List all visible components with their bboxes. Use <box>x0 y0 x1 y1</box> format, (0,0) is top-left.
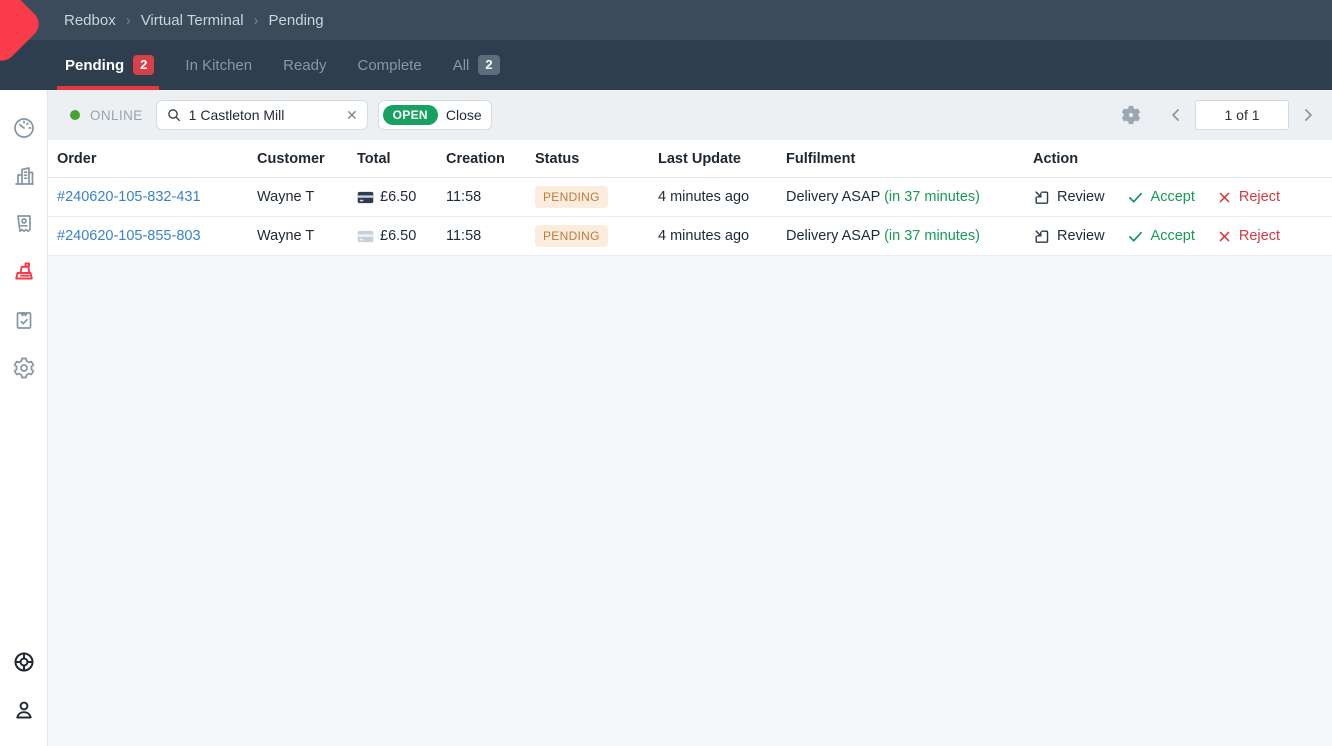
review-button[interactable]: Review <box>1033 189 1105 206</box>
fulfilment-eta: (in 37 minutes) <box>884 189 980 205</box>
order-status-tabs: Pending 2 In Kitchen Ready Complete All … <box>0 40 1332 90</box>
accept-button[interactable]: Accept <box>1127 228 1195 245</box>
accept-button[interactable]: Accept <box>1127 189 1195 206</box>
reject-button[interactable]: Reject <box>1217 228 1280 244</box>
customer-name: Wayne T <box>257 189 357 205</box>
fulfilment-cell: Delivery ASAP (in 37 minutes) <box>786 189 1033 205</box>
header-status: Status <box>535 151 658 167</box>
header-last-update: Last Update <box>658 151 786 167</box>
order-total: £6.50 <box>380 189 416 205</box>
store-search[interactable]: ✕ <box>156 100 368 130</box>
order-total: £6.50 <box>380 228 416 244</box>
receipt-icon[interactable] <box>12 212 36 236</box>
sidebar <box>0 90 48 746</box>
card-paid-icon <box>357 191 374 204</box>
last-update: 4 minutes ago <box>658 228 786 244</box>
check-icon <box>1127 189 1144 206</box>
header-order: Order <box>57 151 257 167</box>
x-icon <box>1217 190 1232 205</box>
header-action: Action <box>1033 151 1332 167</box>
table-header-row: Order Customer Total Creation Status Las… <box>48 140 1332 178</box>
search-input[interactable] <box>189 107 339 123</box>
tab-pending-count-badge: 2 <box>133 55 154 75</box>
account-icon[interactable] <box>12 698 36 722</box>
tab-complete-label: Complete <box>357 57 421 74</box>
reject-button[interactable]: Reject <box>1217 189 1280 205</box>
help-icon[interactable] <box>12 650 36 674</box>
fulfilment-type: Delivery ASAP <box>786 189 880 205</box>
fulfilment-cell: Delivery ASAP (in 37 minutes) <box>786 228 1033 244</box>
online-status-label: ONLINE <box>90 108 143 123</box>
status-badge: PENDING <box>535 186 608 208</box>
tab-complete[interactable]: Complete <box>357 40 421 90</box>
breadcrumb-item-virtual-terminal[interactable]: Virtual Terminal <box>141 12 244 29</box>
settings-gear-icon[interactable] <box>1120 104 1142 126</box>
x-icon <box>1217 229 1232 244</box>
tab-ready-label: Ready <box>283 57 326 74</box>
breadcrumb-item-pending[interactable]: Pending <box>269 12 324 29</box>
header-total: Total <box>357 151 446 167</box>
order-number-link[interactable]: #240620-105-855-803 <box>57 228 201 244</box>
clipboard-check-icon[interactable] <box>12 308 36 332</box>
card-unpaid-icon <box>357 230 374 243</box>
clear-search-icon[interactable]: ✕ <box>346 108 358 122</box>
order-number-link[interactable]: #240620-105-832-431 <box>57 189 201 205</box>
tab-in-kitchen-label: In Kitchen <box>185 57 252 74</box>
previous-page-icon[interactable] <box>1166 105 1186 125</box>
open-status-badge: OPEN <box>383 105 438 125</box>
connection-status: ONLINE <box>70 108 143 123</box>
status-badge: PENDING <box>535 225 608 247</box>
reject-label: Reject <box>1239 228 1280 244</box>
accept-label: Accept <box>1151 228 1195 244</box>
review-label: Review <box>1057 189 1105 205</box>
business-icon[interactable] <box>12 164 36 188</box>
breadcrumb-item-redbox[interactable]: Redbox <box>64 12 116 29</box>
customer-name: Wayne T <box>257 228 357 244</box>
fulfilment-eta: (in 37 minutes) <box>884 228 980 244</box>
settings-icon[interactable] <box>12 356 36 380</box>
breadcrumb: Redbox › Virtual Terminal › Pending <box>0 0 1332 40</box>
tab-all[interactable]: All 2 <box>453 40 500 90</box>
review-button[interactable]: Review <box>1033 228 1105 245</box>
reject-label: Reject <box>1239 189 1280 205</box>
tab-pending[interactable]: Pending 2 <box>65 40 154 90</box>
breadcrumb-separator: › <box>254 12 259 29</box>
check-icon <box>1127 228 1144 245</box>
last-update: 4 minutes ago <box>658 189 786 205</box>
close-button-label: Close <box>446 107 482 123</box>
register-icon[interactable] <box>12 260 36 284</box>
tab-ready[interactable]: Ready <box>283 40 326 90</box>
tab-pending-label: Pending <box>65 57 124 74</box>
creation-time: 11:58 <box>446 189 535 205</box>
header-fulfilment: Fulfilment <box>786 151 1033 167</box>
tab-all-label: All <box>453 57 470 74</box>
page-indicator: 1 of 1 <box>1195 100 1289 130</box>
online-status-dot <box>70 110 80 120</box>
review-label: Review <box>1057 228 1105 244</box>
search-icon <box>166 107 182 123</box>
header-creation: Creation <box>446 151 535 167</box>
orders-table: Order Customer Total Creation Status Las… <box>48 140 1332 746</box>
header-customer: Customer <box>257 151 357 167</box>
pagination: 1 of 1 <box>1166 100 1318 130</box>
review-icon <box>1033 189 1050 206</box>
next-page-icon[interactable] <box>1298 105 1318 125</box>
tab-in-kitchen[interactable]: In Kitchen <box>185 40 252 90</box>
review-icon <box>1033 228 1050 245</box>
tab-all-count-badge: 2 <box>478 55 499 75</box>
fulfilment-type: Delivery ASAP <box>786 228 880 244</box>
creation-time: 11:58 <box>446 228 535 244</box>
breadcrumb-separator: › <box>126 12 131 29</box>
table-row: #240620-105-855-803 Wayne T £6.50 11:58 … <box>48 217 1332 256</box>
open-close-toggle-button[interactable]: OPEN Close <box>378 100 492 130</box>
accept-label: Accept <box>1151 189 1195 205</box>
dashboard-icon[interactable] <box>12 116 36 140</box>
terminal-toolbar: ONLINE ✕ OPEN Close 1 of 1 <box>48 90 1332 140</box>
table-row: #240620-105-832-431 Wayne T £6.50 11:58 … <box>48 178 1332 217</box>
